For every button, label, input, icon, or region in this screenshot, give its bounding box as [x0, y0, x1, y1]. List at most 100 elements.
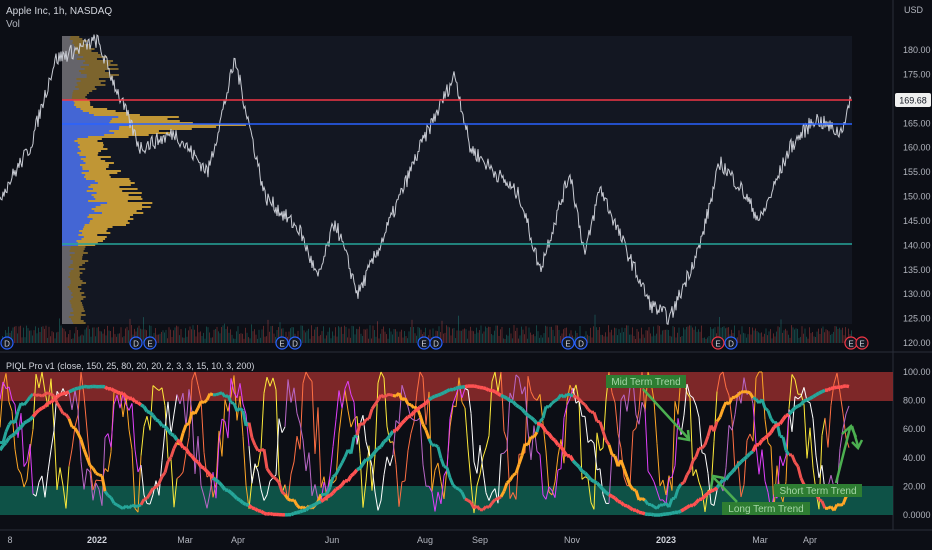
volume-bar [690, 325, 692, 343]
oscillator-segment [77, 385, 82, 390]
oscillator-segment [28, 415, 35, 421]
oscillator-segment [319, 498, 326, 504]
volume-bar [603, 336, 605, 343]
oscillator-segment [148, 411, 155, 417]
volume-bar [230, 329, 231, 343]
indicator-tick-label: 80.00 [903, 396, 926, 406]
earnings-marker[interactable]: E [275, 336, 289, 350]
profile-row-up [62, 246, 71, 248]
dividend-marker[interactable]: D [574, 336, 588, 350]
volume-bar [456, 330, 458, 343]
volume-bar [773, 333, 774, 343]
volume-bar [455, 338, 456, 343]
volume-bar [80, 335, 81, 343]
oscillator-segment [803, 398, 808, 403]
oscillator-segment [815, 391, 820, 397]
oscillator-segment [497, 392, 502, 397]
volume-bar [198, 332, 200, 343]
profile-row-up [62, 230, 80, 232]
oscillator-segment [638, 510, 643, 515]
earnings-marker[interactable]: E [844, 336, 858, 350]
price-tick-label: 180.00 [903, 45, 931, 55]
volume-bar [617, 335, 618, 343]
profile-row-up [62, 218, 93, 220]
volume-bar [315, 327, 317, 343]
volume-bar [545, 325, 546, 343]
volume-bar [615, 328, 617, 343]
marker-label: D [4, 340, 10, 349]
volume-bar [620, 332, 621, 343]
dividend-marker[interactable]: D [429, 336, 443, 350]
time-tick-label: Mar [752, 535, 768, 545]
volume-bar [609, 332, 611, 343]
volume-bar [360, 333, 362, 343]
time-tick-label: Apr [803, 535, 817, 545]
oscillator-segment [266, 511, 271, 516]
profile-row-up [62, 60, 86, 62]
volume-bar [39, 331, 41, 343]
volume-bar [789, 337, 791, 343]
dividend-marker[interactable]: D [724, 336, 738, 350]
volume-bar [368, 338, 369, 343]
profile-row-up [62, 158, 81, 160]
oscillator-segment [680, 507, 685, 513]
oscillator-segment [733, 463, 740, 470]
oscillator-segment [668, 511, 673, 516]
volume-bar [110, 331, 111, 343]
oscillator-segment [311, 502, 316, 508]
dividend-marker[interactable]: D [0, 336, 14, 350]
oscillator-segment [31, 411, 38, 418]
profile-row-up [62, 284, 70, 286]
oscillator-segment [764, 406, 769, 412]
volume-bar [606, 336, 608, 343]
volume-bar [644, 337, 645, 343]
volume-bar [621, 327, 623, 343]
earnings-marker[interactable]: E [855, 336, 869, 350]
dividend-marker[interactable]: D [288, 336, 302, 350]
volume-bar [89, 329, 90, 343]
volume-bar [414, 333, 416, 343]
indicator-title[interactable]: PIQL Pro v1 (close, 150, 25, 80, 20, 20,… [6, 361, 254, 371]
volume-bar [633, 335, 635, 343]
oscillator-segment [812, 393, 817, 399]
volume-bar [98, 326, 99, 343]
volume-bar [90, 336, 92, 343]
price-tick-label: 155.00 [903, 167, 931, 177]
volume-bar [398, 336, 399, 343]
volume-bar [792, 327, 794, 343]
volume-bar [339, 327, 341, 343]
volume-bar [756, 331, 758, 343]
profile-row-up [62, 206, 96, 208]
oscillator-segment [170, 432, 175, 438]
oscillator-segment [569, 393, 574, 398]
earnings-marker[interactable]: E [417, 336, 431, 350]
oscillator-segment [257, 508, 262, 513]
marker-label: D [728, 340, 734, 349]
oscillator-segment [397, 422, 404, 428]
oscillator-segment [781, 414, 788, 421]
volume-bar [540, 335, 542, 343]
dividend-marker[interactable]: D [129, 336, 143, 350]
volume-bar [534, 336, 536, 343]
volume-bar [362, 335, 363, 343]
profile-row-up [62, 134, 105, 136]
oscillator-segment [7, 434, 14, 440]
volume-bar [93, 327, 95, 343]
volume-bar [408, 331, 410, 343]
profile-row-up [62, 208, 92, 210]
volume-bar [191, 329, 192, 343]
chart-canvas[interactable]: Apple Inc, 1h, NASDAQ Vol USD 180.00 175.… [0, 0, 932, 550]
oscillator-segment [161, 424, 166, 429]
profile-row-up [62, 314, 74, 316]
earnings-marker[interactable]: E [711, 336, 725, 350]
profile-row-up [62, 286, 68, 288]
earnings-marker[interactable]: E [561, 336, 575, 350]
profile-row-up [62, 194, 92, 196]
volume-bar [471, 330, 473, 343]
profile-row-up [62, 58, 77, 60]
volume-bar [204, 338, 206, 343]
earnings-marker[interactable]: E [143, 336, 157, 350]
price-tick-label: 120.00 [903, 338, 931, 348]
oscillator-segment [431, 394, 436, 400]
oscillator-segment [443, 389, 448, 395]
